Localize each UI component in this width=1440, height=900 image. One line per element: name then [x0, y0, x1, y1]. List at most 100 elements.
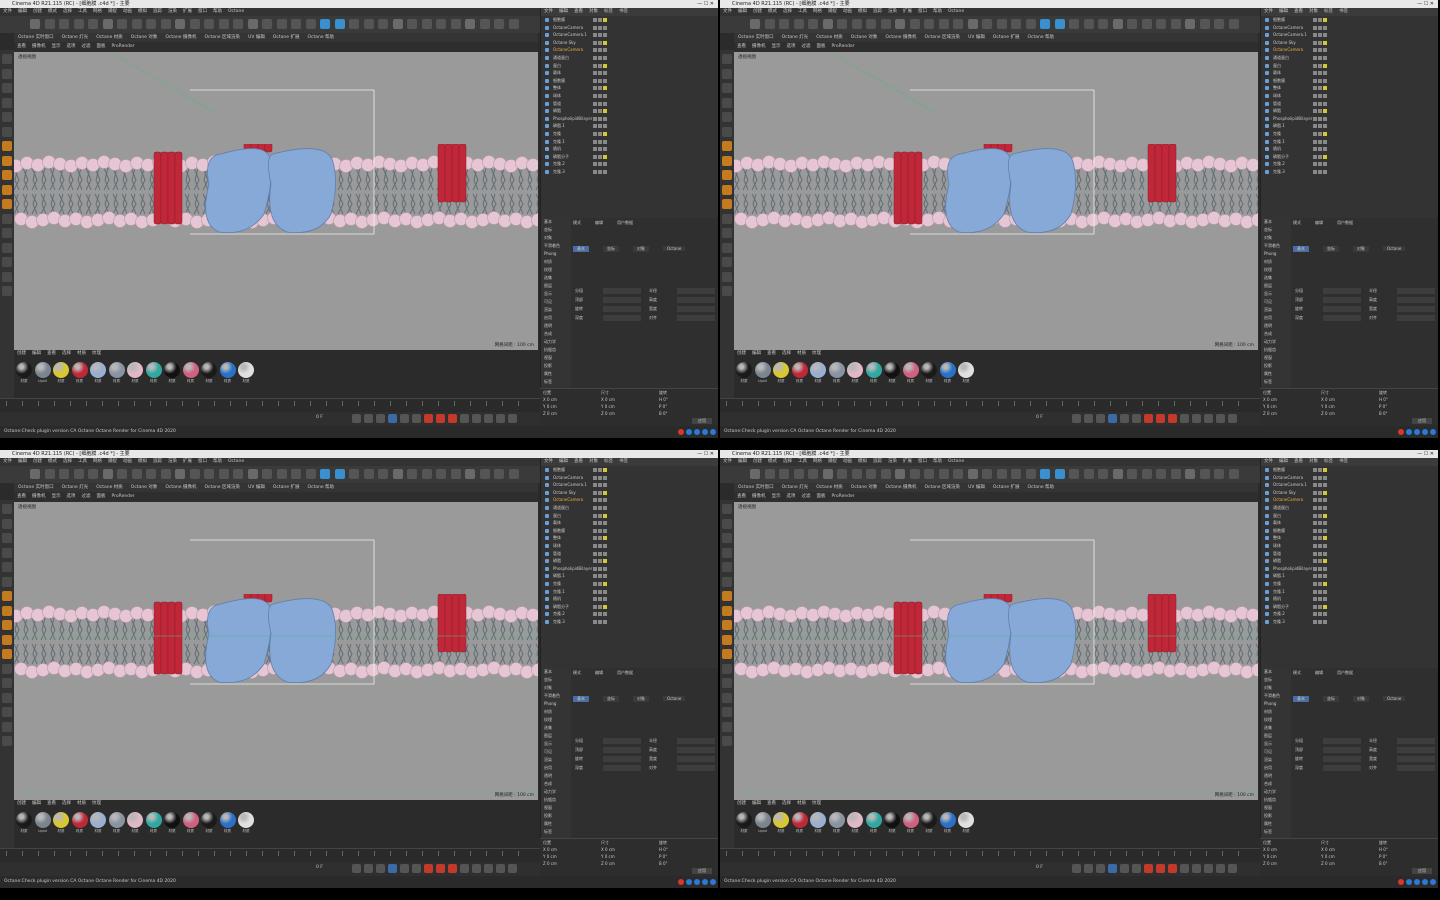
- tray-icon[interactable]: [678, 879, 684, 885]
- toolbar-tool-icon[interactable]: [837, 19, 847, 29]
- attribute-field-input[interactable]: [1323, 756, 1361, 762]
- object-row[interactable]: 克隆.3: [1261, 618, 1438, 626]
- material-menu-item[interactable]: 纹理: [812, 351, 821, 356]
- object-tag-icon[interactable]: [1323, 551, 1327, 556]
- attribute-field-input[interactable]: [677, 297, 715, 303]
- material-swatch[interactable]: [71, 812, 88, 828]
- attribute-side-item[interactable]: 选集: [541, 724, 571, 732]
- material-menu-item[interactable]: 查看: [47, 801, 56, 806]
- object-row[interactable]: 细胞膜: [1261, 466, 1438, 474]
- toolbar-tool-icon[interactable]: [880, 19, 891, 29]
- toolbar-tool-icon[interactable]: [1127, 469, 1137, 479]
- object-menu-item[interactable]: 书签: [619, 459, 628, 464]
- transport-button[interactable]: [1144, 864, 1153, 873]
- toolbar-tool-icon[interactable]: [146, 469, 156, 479]
- attribute-side-item[interactable]: 基本: [1261, 668, 1291, 676]
- transport-button[interactable]: [1168, 864, 1177, 873]
- attribute-field-input[interactable]: [1397, 315, 1435, 321]
- left-tool-icon[interactable]: [2, 533, 12, 543]
- transport-button[interactable]: [436, 414, 445, 423]
- object-tag-icon[interactable]: [1323, 619, 1327, 624]
- frame-field[interactable]: 0 F: [1036, 865, 1043, 870]
- object-row[interactable]: OctaneCamera.1: [1261, 481, 1438, 489]
- attribute-side-item[interactable]: 投影: [1261, 362, 1291, 370]
- object-tag-icon[interactable]: [603, 521, 607, 526]
- object-tag-icon[interactable]: [603, 581, 607, 586]
- viewport-menu-item[interactable]: 摄像机: [32, 494, 46, 499]
- object-tag-icon[interactable]: [1323, 581, 1327, 586]
- toolbar-tool-icon[interactable]: [291, 469, 301, 479]
- toolbar-tool-icon[interactable]: [233, 19, 243, 29]
- object-menu-item[interactable]: 文件: [1264, 459, 1273, 464]
- attribute-menu-item[interactable]: 模式: [1293, 670, 1301, 676]
- attribute-side-item[interactable]: 坐标: [1261, 226, 1291, 234]
- tray-icon[interactable]: [1406, 879, 1412, 885]
- attribute-tab[interactable]: 基本: [573, 696, 589, 702]
- transport-button[interactable]: [364, 414, 373, 423]
- object-tag-icon[interactable]: [1313, 71, 1317, 76]
- object-tag-icon[interactable]: [1313, 162, 1317, 167]
- object-row[interactable]: 磷脂: [541, 107, 718, 115]
- coordinate-value[interactable]: Z 0 cm: [601, 860, 659, 867]
- object-row[interactable]: 整体: [1261, 84, 1438, 92]
- object-menu-item[interactable]: 标签: [604, 9, 613, 14]
- toolbar-tool-icon[interactable]: [88, 19, 98, 29]
- transport-button[interactable]: [388, 864, 397, 873]
- transport-button[interactable]: [484, 414, 493, 423]
- object-tag-icon[interactable]: [603, 475, 607, 480]
- material-swatch[interactable]: [828, 812, 845, 828]
- toolbar-tool-icon[interactable]: [1083, 469, 1094, 479]
- coordinate-value[interactable]: P 0°: [1379, 853, 1437, 860]
- coordinate-value[interactable]: Z 0 cm: [1263, 410, 1321, 417]
- toolbar-tool-icon[interactable]: [392, 469, 403, 479]
- toolbar-tool-icon[interactable]: [866, 469, 876, 479]
- menu-item[interactable]: 渲染: [888, 459, 897, 464]
- transport-button[interactable]: [1084, 414, 1093, 423]
- attribute-side-item[interactable]: 投影: [541, 362, 571, 370]
- object-menu-item[interactable]: 对象: [589, 459, 598, 464]
- timeline-ruler[interactable]: [6, 401, 534, 406]
- attribute-menu-item[interactable]: 编辑: [1315, 220, 1323, 226]
- object-tag-icon[interactable]: [1318, 124, 1322, 129]
- menu-item[interactable]: 动画: [843, 459, 852, 464]
- object-tag-icon[interactable]: [1313, 139, 1317, 144]
- menu-item[interactable]: 扩展: [183, 459, 192, 464]
- material-swatch[interactable]: [238, 362, 254, 378]
- menu-item[interactable]: 扩展: [903, 9, 912, 14]
- toolbar-tool-icon[interactable]: [764, 19, 775, 29]
- object-tag-icon[interactable]: [598, 543, 602, 548]
- octane-menu-item[interactable]: Octane 实时窗口: [18, 35, 54, 40]
- transport-button[interactable]: [424, 414, 433, 423]
- object-tag-icon[interactable]: [1318, 505, 1322, 510]
- object-row[interactable]: 蛋白: [541, 62, 718, 70]
- attribute-menu-item[interactable]: 用户数据: [617, 670, 633, 676]
- toolbar-tool-icon[interactable]: [866, 19, 876, 29]
- attribute-field-input[interactable]: [603, 756, 641, 762]
- object-tag-icon[interactable]: [603, 498, 607, 503]
- object-tag-icon[interactable]: [1313, 566, 1317, 571]
- material-swatch[interactable]: [145, 362, 162, 378]
- toolbar-tool-icon[interactable]: [102, 469, 113, 479]
- attribute-tab[interactable]: 坐标: [1323, 696, 1339, 702]
- object-row[interactable]: 磷脂分子: [1261, 603, 1438, 611]
- object-row[interactable]: 克隆.3: [541, 168, 718, 176]
- material-swatch[interactable]: [182, 362, 199, 378]
- toolbar-tool-icon[interactable]: [1112, 469, 1123, 479]
- octane-menu-item[interactable]: Octane 材质: [816, 35, 843, 40]
- attribute-tab[interactable]: Octane: [663, 696, 686, 701]
- menu-item[interactable]: 渲染: [168, 459, 177, 464]
- attribute-field-input[interactable]: [603, 738, 641, 744]
- toolbar-tool-icon[interactable]: [450, 19, 461, 29]
- left-tool-icon[interactable]: [722, 257, 732, 267]
- toolbar-tool-icon[interactable]: [895, 469, 905, 479]
- object-tag-icon[interactable]: [603, 543, 607, 548]
- material-swatch[interactable]: [773, 362, 789, 378]
- object-tag-icon[interactable]: [1318, 483, 1322, 488]
- object-row[interactable]: 克隆.3: [541, 618, 718, 626]
- object-row[interactable]: 克隆.1: [541, 588, 718, 596]
- tray-icon[interactable]: [1430, 879, 1436, 885]
- tray-icon[interactable]: [1430, 429, 1436, 435]
- octane-menu-item[interactable]: Octane 区域渲染: [204, 35, 240, 40]
- material-swatch[interactable]: [884, 812, 900, 828]
- object-tag-icon[interactable]: [593, 505, 597, 510]
